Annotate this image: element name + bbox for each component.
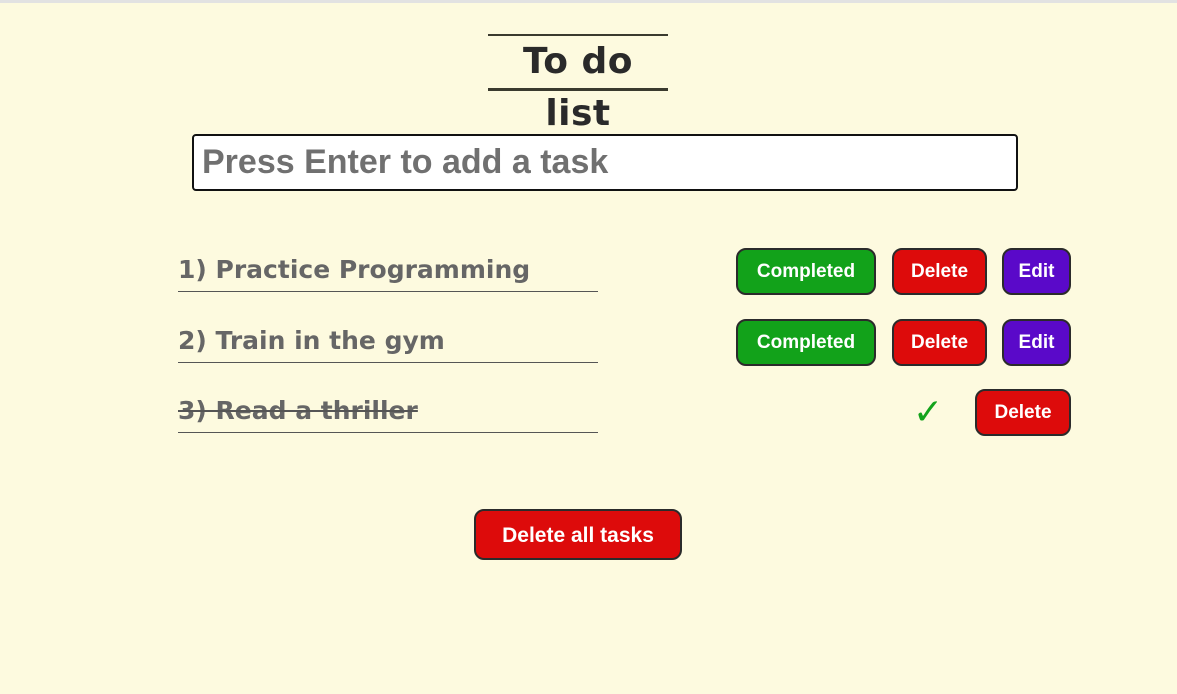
checkmark-icon: ✓ [913,392,944,433]
delete-button[interactable]: Delete [892,248,987,295]
task-row: 3) Read a thriller ✓ Delete [178,389,1073,437]
delete-button[interactable]: Delete [975,389,1071,436]
task-label: 2) Train in the gym [178,319,598,363]
task-input[interactable] [192,134,1018,191]
page-title: To do list [488,34,668,134]
completed-button[interactable]: Completed [736,248,876,295]
delete-all-button[interactable]: Delete all tasks [474,509,682,560]
task-label: 3) Read a thriller [178,389,598,433]
delete-button[interactable]: Delete [892,319,987,366]
edit-button[interactable]: Edit [1002,248,1071,295]
edit-button[interactable]: Edit [1002,319,1071,366]
completed-button[interactable]: Completed [736,319,876,366]
task-row: 1) Practice Programming Completed Delete… [178,248,1073,296]
task-label: 1) Practice Programming [178,248,598,292]
task-row: 2) Train in the gym Completed Delete Edi… [178,319,1073,367]
